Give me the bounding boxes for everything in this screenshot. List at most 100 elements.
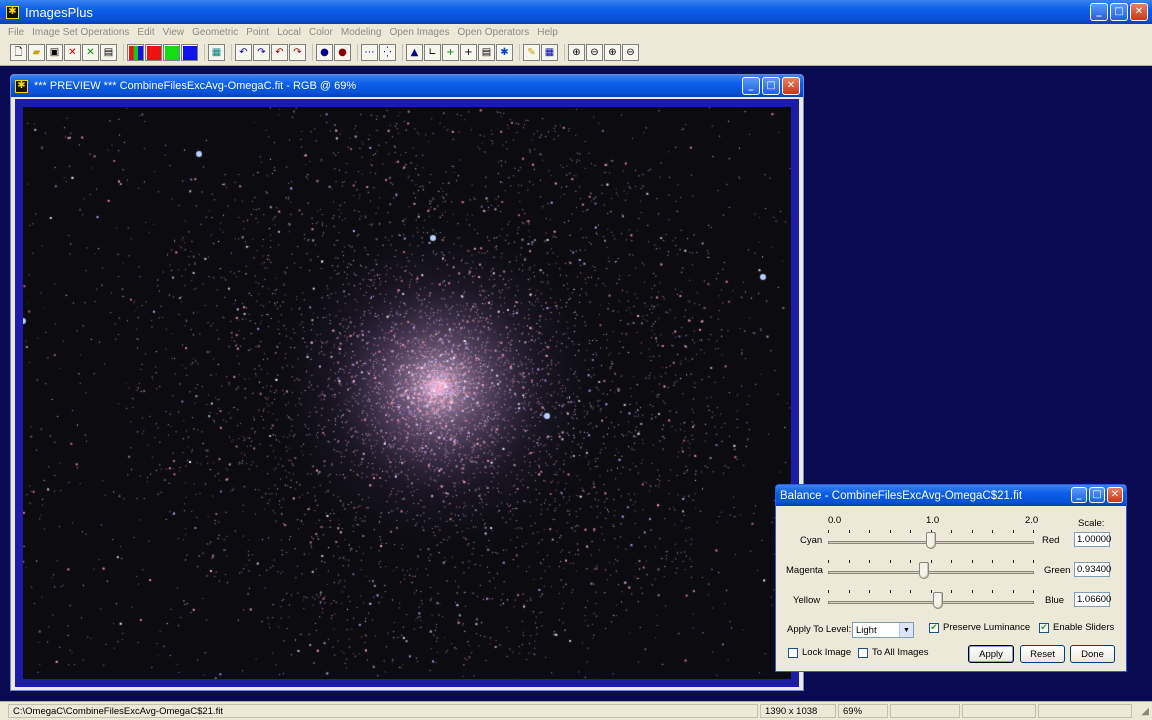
enable-sliders-checkbox[interactable]: ✔ Enable Sliders [1039, 622, 1114, 633]
slider-tick [972, 530, 973, 533]
redo-all-icon[interactable]: ↷ [289, 44, 306, 61]
balance-minimize-icon[interactable]: _ [1071, 487, 1087, 503]
slider-tick [890, 560, 891, 563]
info-box-icon[interactable]: ▤ [478, 44, 495, 61]
red-label: Red [1042, 535, 1060, 546]
cyan-red-slider[interactable] [926, 532, 936, 549]
preview-minimize-icon[interactable]: _ [742, 77, 760, 95]
balance-dialog: Balance - CombineFilesExcAvg-OmegaC$21.f… [775, 484, 1127, 672]
slider-tick [869, 530, 870, 533]
close-x-icon[interactable]: ✕ [64, 44, 81, 61]
redo-icon[interactable]: ↷ [253, 44, 270, 61]
blue-value-field[interactable]: 1.06600 [1074, 592, 1111, 607]
yellow-blue-slider[interactable] [933, 592, 943, 609]
menu-edit[interactable]: Edit [133, 27, 158, 38]
reset-button[interactable]: Reset [1020, 645, 1065, 663]
balance-maximize-icon[interactable]: □ [1089, 487, 1105, 503]
table-icon[interactable]: ▦ [541, 44, 558, 61]
open-file-icon[interactable]: ▰ [28, 44, 45, 61]
apply-button[interactable]: Apply [968, 645, 1014, 663]
select-point-icon[interactable]: ● [316, 44, 333, 61]
print-icon[interactable]: ▤ [100, 44, 117, 61]
select-region-icon[interactable]: ● [334, 44, 351, 61]
pencil-icon[interactable]: ✎ [523, 44, 540, 61]
lock-image-checkbox[interactable]: Lock Image [788, 647, 851, 658]
slider-tick [1013, 560, 1014, 563]
magic-icon[interactable]: ✱ [496, 44, 513, 61]
green-value-field[interactable]: 0.93400 [1074, 562, 1111, 577]
zoom-fit-icon[interactable]: ⊕ [604, 44, 621, 61]
magenta-green-slider[interactable] [919, 562, 929, 579]
preview-title: *** PREVIEW *** CombineFilesExcAvg-Omega… [34, 80, 357, 92]
menu-color[interactable]: Color [305, 27, 337, 38]
line-profile-icon[interactable]: ⋯ [361, 44, 378, 61]
blue-channel-icon[interactable] [181, 44, 198, 61]
menu-view[interactable]: View [159, 27, 189, 38]
slider-tick [910, 560, 911, 563]
enable-sliders-box[interactable]: ✔ [1039, 622, 1049, 633]
menu-open-operators[interactable]: Open Operators [454, 27, 534, 38]
apply-level-select[interactable]: Light ▼ [852, 622, 914, 638]
yellow-ticks [828, 590, 1034, 594]
undo-icon[interactable]: ↶ [235, 44, 252, 61]
save-icon[interactable]: ▣ [46, 44, 63, 61]
scatter-icon[interactable]: ⁛ [379, 44, 396, 61]
slider-tick [992, 530, 993, 533]
menu-local[interactable]: Local [273, 27, 305, 38]
scale-mid-label: 1.0 [926, 515, 940, 526]
slider-tick [972, 590, 973, 593]
close-all-icon[interactable]: ✕ [82, 44, 99, 61]
to-all-images-checkbox[interactable]: To All Images [858, 647, 929, 658]
resize-grip-icon[interactable]: ◢ [1141, 706, 1149, 717]
slider-tick [890, 530, 891, 533]
slider-tick [828, 590, 829, 593]
histogram-icon[interactable]: ▲ [406, 44, 423, 61]
star-cluster-image[interactable] [23, 107, 791, 679]
menu-help[interactable]: Help [533, 27, 562, 38]
crosshair-icon[interactable]: + [460, 44, 477, 61]
menu-bar: File Image Set Operations Edit View Geom… [0, 24, 1152, 40]
menu-geometric[interactable]: Geometric [188, 27, 242, 38]
preview-maximize-icon[interactable]: □ [762, 77, 780, 95]
red-channel-icon[interactable] [145, 44, 162, 61]
crosshair-add-icon[interactable]: + [442, 44, 459, 61]
lock-image-box[interactable] [788, 647, 798, 658]
curve-icon[interactable]: ∟ [424, 44, 441, 61]
magenta-green-track[interactable] [828, 571, 1034, 574]
green-channel-icon[interactable] [163, 44, 180, 61]
done-button[interactable]: Done [1070, 645, 1115, 663]
menu-file[interactable]: File [4, 27, 28, 38]
menu-point[interactable]: Point [242, 27, 273, 38]
to-all-images-box[interactable] [858, 647, 868, 658]
magenta-ticks [828, 560, 1034, 564]
grid-icon[interactable]: ▦ [208, 44, 225, 61]
status-dimensions: 1390 x 1038 [760, 704, 836, 718]
maximize-icon[interactable]: □ [1110, 3, 1128, 21]
menu-image-set-operations[interactable]: Image Set Operations [28, 27, 133, 38]
slider-tick [849, 590, 850, 593]
balance-close-icon[interactable]: ✕ [1107, 487, 1123, 503]
minimize-icon[interactable]: _ [1090, 3, 1108, 21]
apply-level-label: Apply To Level: [787, 624, 852, 635]
zoom-actual-icon[interactable]: ⊖ [622, 44, 639, 61]
menu-open-images[interactable]: Open Images [385, 27, 453, 38]
preview-title-bar[interactable]: ✱ *** PREVIEW *** CombineFilesExcAvg-Ome… [11, 75, 803, 97]
undo-all-icon[interactable]: ↶ [271, 44, 288, 61]
menu-modeling[interactable]: Modeling [337, 27, 386, 38]
new-file-icon[interactable]: 🗋 [10, 44, 27, 61]
chevron-down-icon[interactable]: ▼ [899, 623, 913, 637]
preserve-luminance-box[interactable]: ✔ [929, 622, 939, 633]
preview-close-icon[interactable]: ✕ [782, 77, 800, 95]
yellow-blue-track[interactable] [828, 601, 1034, 604]
zoom-out-icon[interactable]: ⊖ [586, 44, 603, 61]
cyan-label: Cyan [800, 535, 823, 546]
toolbar: 🗋 ▰ ▣ ✕ ✕ ▤ ▦ ↶ ↷ ↶ ↷ ● ● ⋯ ⁛ ▲ ∟ + + ▤ … [0, 40, 1152, 66]
red-value-field[interactable]: 1.00000 [1074, 532, 1111, 547]
rgb-channels-icon[interactable] [127, 44, 144, 61]
slider-tick [828, 530, 829, 533]
close-icon[interactable]: ✕ [1130, 3, 1148, 21]
slider-tick [1033, 530, 1034, 533]
zoom-in-icon[interactable]: ⊕ [568, 44, 585, 61]
preserve-luminance-checkbox[interactable]: ✔ Preserve Luminance [929, 622, 1030, 633]
balance-title-bar[interactable]: Balance - CombineFilesExcAvg-OmegaC$21.f… [776, 485, 1126, 506]
